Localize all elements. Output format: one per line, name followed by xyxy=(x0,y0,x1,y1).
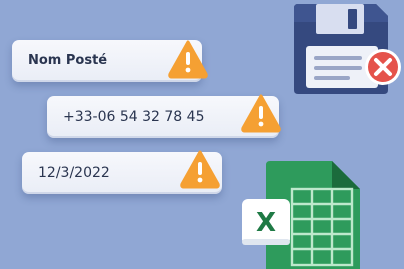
name-field-value: Nom Posté xyxy=(28,53,108,68)
warning-icon xyxy=(180,150,220,189)
name-field[interactable]: Nom Posté xyxy=(12,40,208,82)
error-badge-icon xyxy=(365,49,401,85)
phone-field[interactable]: +33-06 54 32 78 45 xyxy=(47,94,281,138)
excel-badge-icon: X xyxy=(242,199,290,245)
excel-letter: X xyxy=(256,208,276,238)
warning-icon xyxy=(168,40,208,79)
warning-icon xyxy=(241,94,281,133)
date-field[interactable]: 12/3/2022 xyxy=(22,150,222,194)
date-field-value: 12/3/2022 xyxy=(38,165,110,181)
floppy-disk-error-icon xyxy=(294,4,401,94)
phone-field-value: +33-06 54 32 78 45 xyxy=(63,109,205,125)
excel-file-icon: X xyxy=(242,161,360,269)
